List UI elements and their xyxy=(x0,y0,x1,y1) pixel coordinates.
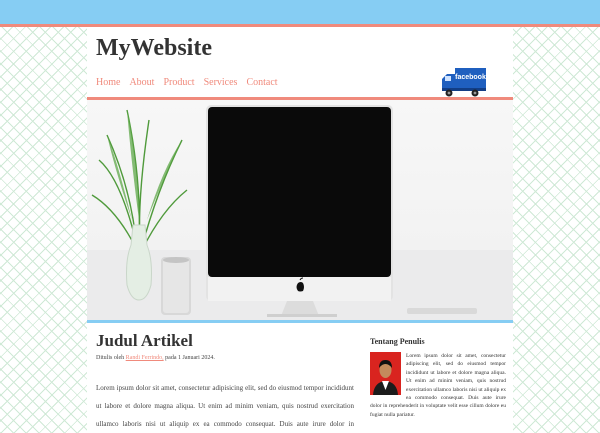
top-bar xyxy=(0,0,600,27)
author-box: Lorem ipsum dolor sit amet, consectetur … xyxy=(370,352,506,419)
article-body: Lorem ipsum dolor sit amet, consectetur … xyxy=(96,384,354,428)
facebook-label: facebook xyxy=(455,74,486,81)
facebook-truck-icon[interactable]: facebook xyxy=(441,67,487,99)
meta-prefix: Ditulis oleh xyxy=(96,355,125,361)
hero-image xyxy=(87,100,513,323)
content-area: Judul Artikel Ditulis oleh Randi Ferrind… xyxy=(87,323,513,433)
meta-suffix: pada 1 Januari 2024. xyxy=(165,355,215,361)
article-meta: Ditulis oleh Randi Ferrindo, pada 1 Janu… xyxy=(96,355,354,361)
site-brand[interactable]: MyWebsite xyxy=(96,35,212,62)
article: Judul Artikel Ditulis oleh Randi Ferrind… xyxy=(96,331,354,433)
nav-product[interactable]: Product xyxy=(163,77,194,88)
sidebar-title: Tentang Penulis xyxy=(370,337,425,346)
sidebar: Tentang Penulis Lorem ipsum dolor sit am… xyxy=(370,337,506,419)
author-link[interactable]: Randi Ferrindo, xyxy=(126,355,164,361)
author-avatar xyxy=(370,352,401,395)
article-title: Judul Artikel xyxy=(96,331,193,350)
site-header: MyWebsite Home About Product Services Co… xyxy=(87,27,513,100)
nav-contact[interactable]: Contact xyxy=(246,77,277,88)
main-nav: Home About Product Services Contact xyxy=(96,77,287,88)
nav-services[interactable]: Services xyxy=(204,77,238,88)
page-container: MyWebsite Home About Product Services Co… xyxy=(87,27,513,433)
nav-home[interactable]: Home xyxy=(96,77,120,88)
nav-about[interactable]: About xyxy=(129,77,154,88)
